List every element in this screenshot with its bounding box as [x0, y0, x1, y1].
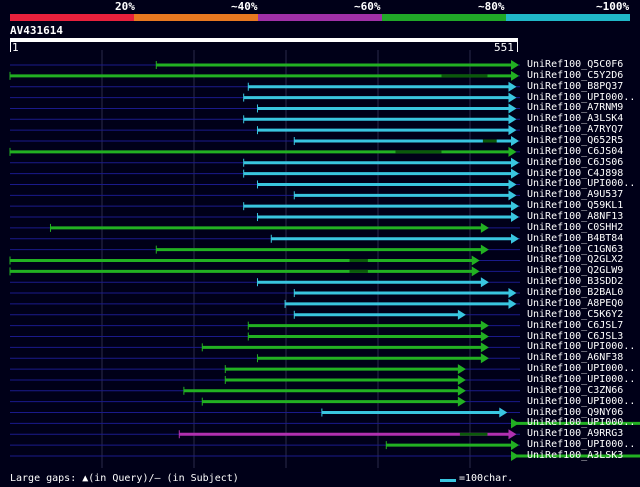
- hit-arrow: [511, 212, 519, 223]
- hit-arrow: [511, 450, 519, 461]
- hit-label[interactable]: UniRef100_C5K6Y2: [527, 309, 623, 320]
- hit-label[interactable]: UniRef100_C4J898: [527, 168, 623, 179]
- hit-label[interactable]: UniRef100_C5Y2D6: [527, 70, 623, 81]
- hit-arrow: [511, 233, 519, 244]
- hit-label[interactable]: UniRef100_B8PQ37: [527, 81, 623, 92]
- scale-legend-swatch: [440, 479, 456, 482]
- hit-arrow: [511, 440, 519, 451]
- hit-label[interactable]: UniRef100_UPI000..: [527, 363, 635, 374]
- hit-arrow: [508, 146, 517, 157]
- hit-arrow: [457, 396, 466, 407]
- hit-arrow: [511, 70, 519, 81]
- hit-label[interactable]: UniRef100_C0SHH2: [527, 222, 623, 233]
- hit-arrow: [457, 309, 466, 320]
- hit-arrow: [511, 201, 519, 212]
- hit-label[interactable]: UniRef100_A8PEQ0: [527, 298, 623, 309]
- hit-label[interactable]: UniRef100_Q2GLX2: [527, 254, 623, 265]
- hit-arrow: [508, 103, 517, 114]
- hit-label[interactable]: UniRef100_Q59KL1: [527, 200, 623, 211]
- hit-arrow: [511, 418, 519, 429]
- hit-label[interactable]: UniRef100_A8NF13: [527, 211, 623, 222]
- hit-label[interactable]: UniRef100_C1GN63: [527, 244, 623, 255]
- hit-label[interactable]: UniRef100_A7RNM9: [527, 102, 623, 113]
- hit-arrow: [508, 81, 517, 92]
- hit-arrow: [508, 429, 517, 440]
- gap-legend: Large gaps: ▲(in Query)/– (in Subject): [10, 473, 239, 484]
- hit-label[interactable]: UniRef100_B4BT84: [527, 233, 623, 244]
- hit-arrow: [511, 60, 519, 70]
- hit-arrow: [508, 114, 517, 125]
- hit-arrow: [480, 353, 489, 364]
- hit-arrow: [480, 331, 489, 342]
- hit-label[interactable]: UniRef100_Q652R5: [527, 135, 623, 146]
- hit-label[interactable]: UniRef100_C6JSL7: [527, 320, 623, 331]
- hit-label[interactable]: UniRef100_UPI000..: [527, 374, 635, 385]
- hit-arrow: [508, 179, 517, 190]
- hit-label[interactable]: UniRef100_A6NF38: [527, 352, 623, 363]
- hit-label[interactable]: UniRef100_UPI000..: [527, 417, 635, 428]
- hit-arrow: [457, 374, 466, 385]
- hit-arrow: [511, 168, 519, 179]
- hit-arrow: [508, 92, 517, 103]
- hit-arrow: [508, 190, 517, 201]
- hit-arrow: [508, 288, 517, 299]
- hit-arrow: [471, 266, 480, 277]
- hit-label[interactable]: UniRef100_A7RYQ7: [527, 124, 623, 135]
- hit-arrow: [471, 255, 480, 266]
- hit-label[interactable]: UniRef100_C6JS04: [527, 146, 623, 157]
- hit-label[interactable]: UniRef100_UPI000..: [527, 439, 635, 450]
- hit-label[interactable]: UniRef100_UPI000..: [527, 178, 635, 189]
- hit-label[interactable]: UniRef100_Q9NY06: [527, 407, 623, 418]
- hit-arrow: [499, 407, 508, 418]
- hit-label[interactable]: UniRef100_UPI000..: [527, 396, 635, 407]
- hit-label[interactable]: UniRef100_B3SDD2: [527, 276, 623, 287]
- hit-arrow: [511, 157, 519, 168]
- hit-label[interactable]: UniRef100_B2BAL0: [527, 287, 623, 298]
- hit-arrow: [480, 320, 489, 331]
- hit-label[interactable]: UniRef100_A3LSK3: [527, 450, 623, 461]
- hit-label[interactable]: UniRef100_A9U537: [527, 189, 623, 200]
- hit-arrow: [457, 364, 466, 375]
- hit-label[interactable]: UniRef100_UPI000..: [527, 92, 635, 103]
- hit-arrow: [480, 222, 489, 233]
- hit-label[interactable]: UniRef100_Q5C0F6: [527, 59, 623, 70]
- hit-label[interactable]: UniRef100_C3ZN66: [527, 385, 623, 396]
- hit-label[interactable]: UniRef100_UPI000..: [527, 341, 635, 352]
- hit-label[interactable]: UniRef100_C6JS06: [527, 157, 623, 168]
- hit-arrow: [511, 136, 519, 147]
- hit-arrow: [508, 298, 517, 309]
- hit-label[interactable]: UniRef100_Q2GLW9: [527, 265, 623, 276]
- hit-label[interactable]: UniRef100_A9RRG3: [527, 428, 623, 439]
- hit-arrow: [508, 125, 517, 136]
- scale-legend-text: =100char.: [459, 473, 514, 484]
- hit-label[interactable]: UniRef100_A3LSK4: [527, 113, 623, 124]
- hit-arrow: [480, 277, 489, 288]
- hit-label[interactable]: UniRef100_C6JSL3: [527, 331, 623, 342]
- hit-arrow: [457, 385, 466, 396]
- hit-arrow: [480, 244, 489, 255]
- hit-arrow: [480, 342, 489, 353]
